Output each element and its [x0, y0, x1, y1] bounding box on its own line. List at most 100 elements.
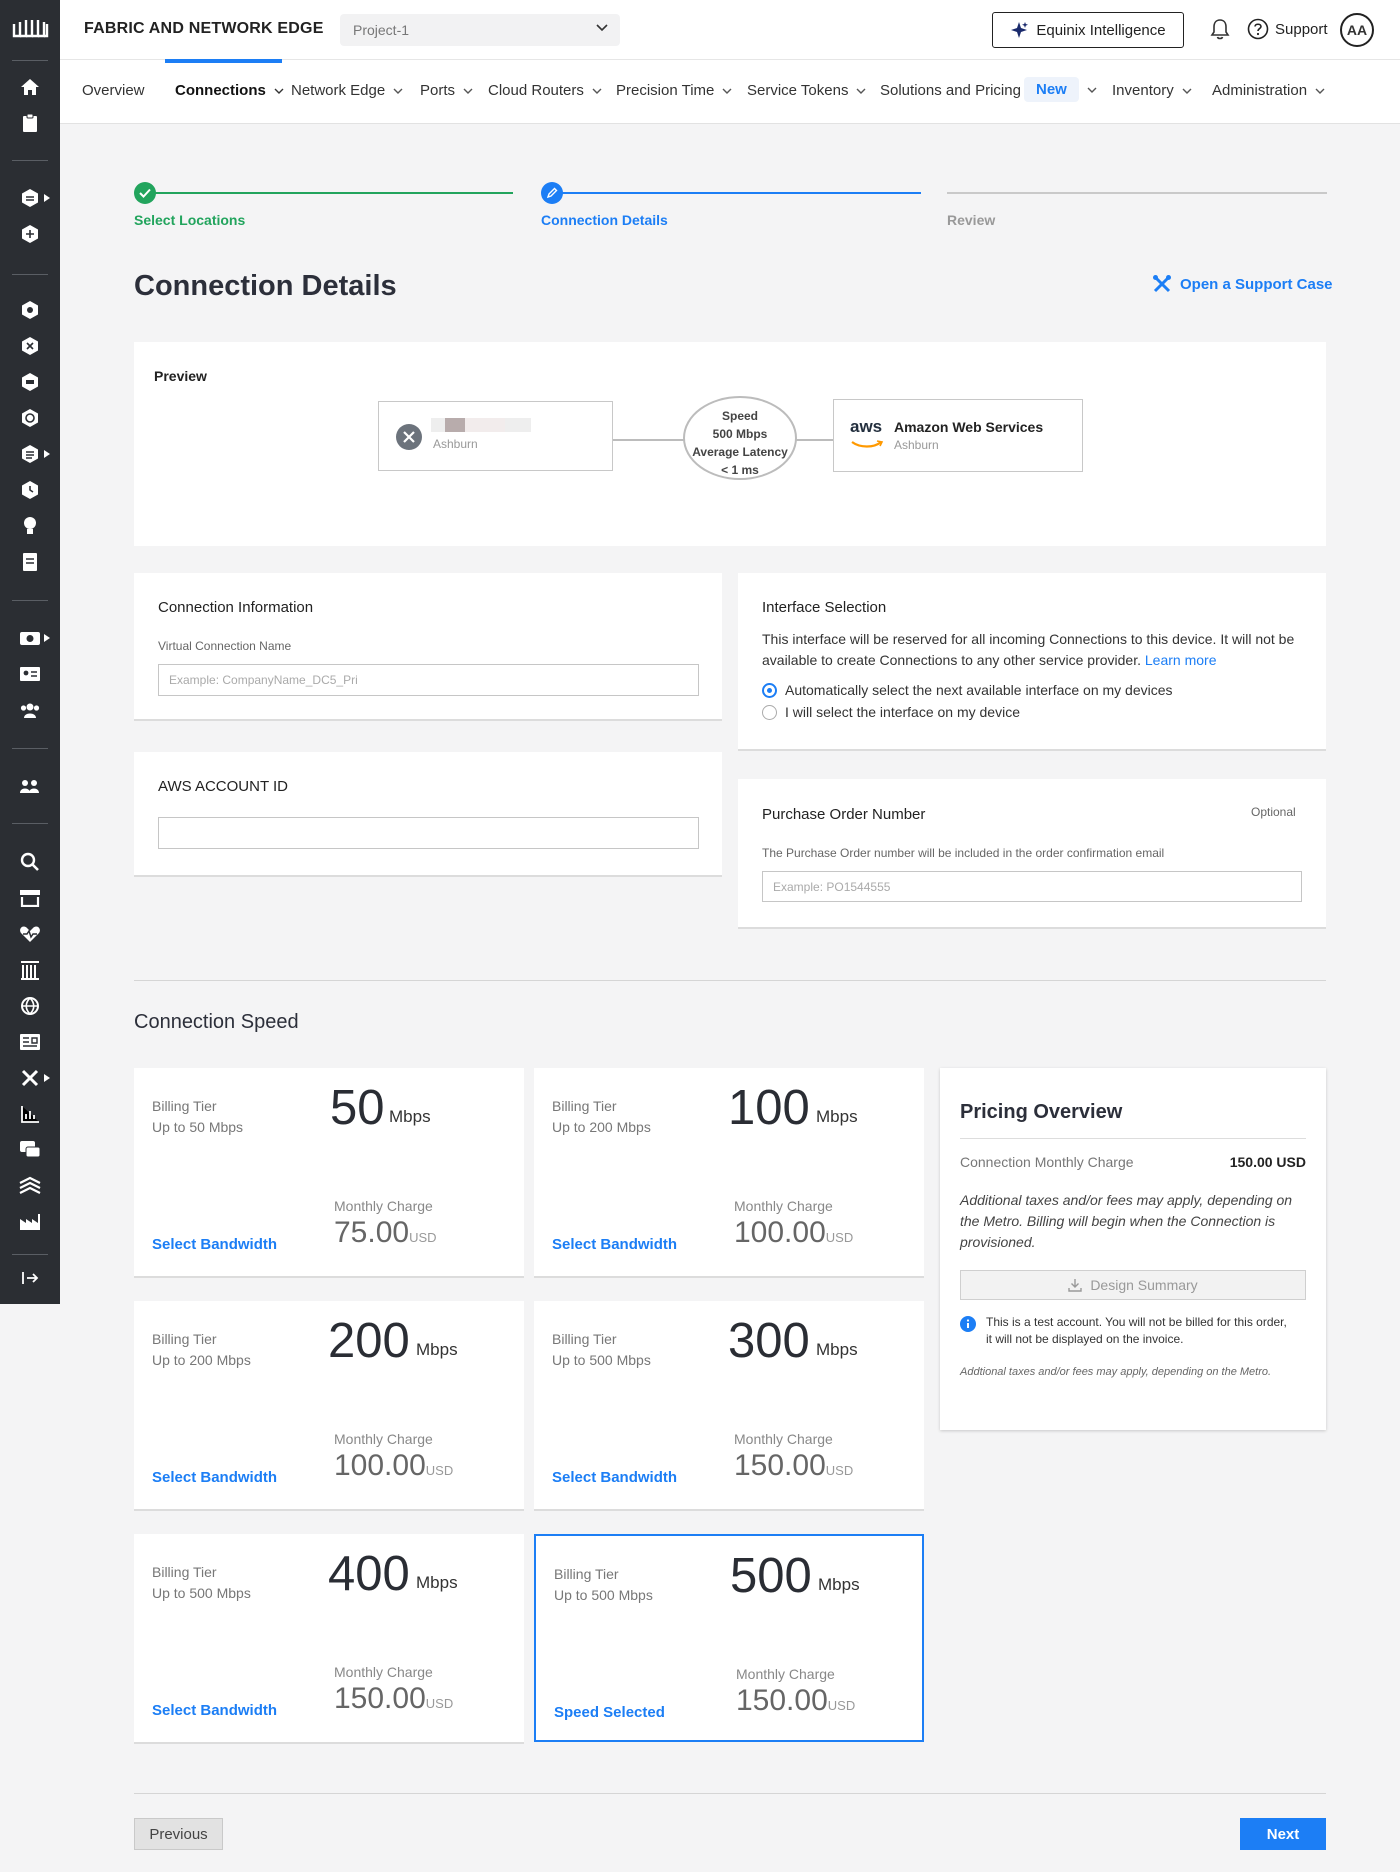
nav-administration[interactable]: Administration: [1212, 82, 1325, 99]
chevron-down-icon: [1315, 88, 1325, 94]
learn-more-link[interactable]: Learn more: [1145, 652, 1217, 668]
clock-icon[interactable]: [19, 479, 41, 501]
speed-tier-card[interactable]: Billing Tier Up to 500 Mbps 300 Mbps Monthly…: [534, 1301, 924, 1509]
nav-service-tokens[interactable]: Service Tokens: [747, 82, 866, 99]
factory-icon[interactable]: [19, 1211, 41, 1233]
radio-unchecked-icon[interactable]: [762, 704, 777, 720]
connection-speed-title: Connection Speed: [134, 1011, 299, 1033]
radio-checked-icon[interactable]: [762, 682, 777, 698]
redacted-name: [431, 418, 531, 432]
speed-selected-label[interactable]: Speed Selected: [554, 1704, 665, 1721]
purchase-order-card: Purchase Order Number Optional The Purch…: [738, 779, 1326, 927]
speed-tier-card[interactable]: Billing Tier Up to 500 Mbps 400 Mbps Monthly…: [134, 1534, 524, 1742]
radio-manual-label: I will select the interface on my device: [785, 704, 1020, 720]
chevron-down-icon: [856, 88, 866, 94]
nav-precision-time[interactable]: Precision Time: [616, 82, 732, 99]
chevron-down-icon: [463, 88, 473, 94]
aws-account-id-input[interactable]: [158, 817, 699, 849]
speed-tier-card[interactable]: Billing Tier Up to 200 Mbps 200 Mbps Monthly…: [134, 1301, 524, 1509]
nav-network-edge[interactable]: Network Edge: [291, 82, 403, 99]
avatar[interactable]: AA: [1340, 13, 1374, 47]
help-circle-icon: [1247, 18, 1269, 40]
clipboard-icon[interactable]: [19, 112, 41, 134]
nav-cloud-routers[interactable]: Cloud Routers: [488, 82, 602, 99]
id-card-icon[interactable]: [19, 663, 41, 685]
select-bandwidth-link[interactable]: Select Bandwidth: [152, 1469, 277, 1486]
cloud-router-icon[interactable]: [19, 299, 41, 321]
charge-currency: USD: [409, 1230, 437, 1245]
charge-number: 150.00: [334, 1682, 426, 1715]
charge-number: 100.00: [334, 1449, 426, 1482]
network-edge-icon[interactable]: [19, 223, 41, 245]
port-icon[interactable]: [19, 335, 41, 357]
precision-time-hex-icon[interactable]: [19, 407, 41, 429]
interface-selection-card: Interface Selection This interface will …: [738, 573, 1326, 749]
camera-icon[interactable]: [19, 627, 41, 649]
chat-icon[interactable]: [19, 1139, 41, 1161]
caret-right-icon: [44, 450, 50, 458]
nav-ports[interactable]: Ports: [420, 82, 473, 99]
home-icon[interactable]: [19, 76, 41, 98]
nav-label: Solutions and Pricing: [880, 82, 1021, 99]
nav-overview[interactable]: Overview: [82, 82, 145, 99]
virtual-connection-name-input[interactable]: Example: CompanyName_DC5_Pri: [158, 664, 699, 696]
aws-logo-icon: aws: [850, 418, 886, 453]
charge-currency: USD: [425, 1463, 454, 1478]
tools-icon[interactable]: [19, 1067, 41, 1089]
nav-connections[interactable]: Connections: [175, 82, 284, 99]
news-icon[interactable]: [19, 1031, 41, 1053]
equinix-intelligence-button[interactable]: Equinix Intelligence: [992, 12, 1184, 48]
caret-right-icon: [44, 1074, 50, 1082]
storage-icon[interactable]: [19, 443, 41, 465]
radio-auto-interface[interactable]: Automatically select the next available …: [762, 682, 1173, 698]
billing-tier-range: Up to 50 Mbps: [152, 1119, 244, 1135]
metal-icon[interactable]: [19, 371, 41, 393]
tier-speed-value: 100: [728, 1081, 810, 1135]
select-bandwidth-link[interactable]: Select Bandwidth: [152, 1236, 277, 1253]
monthly-charge-label: Monthly Charge: [334, 1198, 433, 1214]
next-button[interactable]: Next: [1240, 1818, 1326, 1850]
previous-button[interactable]: Previous: [134, 1818, 223, 1850]
marketplace-icon[interactable]: [19, 887, 41, 909]
layers-icon[interactable]: [19, 1175, 41, 1197]
preview-source-box: Ashburn: [378, 401, 613, 471]
select-bandwidth-link[interactable]: Select Bandwidth: [552, 1236, 677, 1253]
globe-icon[interactable]: [19, 995, 41, 1017]
caret-right-icon: [44, 634, 50, 642]
speed-tier-card[interactable]: Billing Tier Up to 500 Mbps 500 Mbps Monthly…: [534, 1534, 924, 1742]
radio-manual-interface[interactable]: I will select the interface on my device: [762, 704, 1020, 720]
chevron-down-icon: [1182, 88, 1192, 94]
document-icon[interactable]: [19, 551, 41, 573]
search-icon[interactable]: [19, 851, 41, 873]
billing-tier-range: Up to 500 Mbps: [554, 1587, 653, 1603]
fabric-hex-icon[interactable]: [19, 187, 41, 209]
test-account-notice: This is a test account. You will not be …: [986, 1315, 1287, 1346]
support-link[interactable]: Support: [1247, 18, 1328, 40]
speed-tier-card[interactable]: Billing Tier Up to 200 Mbps 100 Mbps Monthly…: [534, 1068, 924, 1276]
datacenter-icon[interactable]: [19, 959, 41, 981]
project-select[interactable]: Project-1: [340, 14, 620, 46]
users-icon[interactable]: [19, 699, 41, 721]
equinix-logo-icon[interactable]: [11, 16, 49, 42]
group-icon[interactable]: [19, 775, 41, 797]
chevron-down-icon: [393, 88, 403, 94]
select-bandwidth-link[interactable]: Select Bandwidth: [152, 1702, 277, 1719]
health-icon[interactable]: [19, 923, 41, 945]
nav-solutions-pricing[interactable]: Solutions and Pricing: [880, 82, 1021, 99]
bell-icon[interactable]: [1210, 18, 1230, 40]
section-divider: [134, 980, 1326, 981]
lightbulb-icon[interactable]: [19, 515, 41, 537]
open-support-case-link[interactable]: Open a Support Case: [1152, 274, 1333, 294]
purchase-order-input[interactable]: Example: PO1544555: [762, 871, 1302, 902]
nav-inventory[interactable]: Inventory: [1112, 82, 1192, 99]
nav-new[interactable]: New: [1024, 77, 1097, 102]
connection-info-card: Connection Information Virtual Connectio…: [134, 573, 722, 719]
speed-tier-card[interactable]: Billing Tier Up to 50 Mbps 50 Mbps Monthly C…: [134, 1068, 524, 1276]
bar-chart-icon[interactable]: [19, 1103, 41, 1125]
billing-tier: Billing Tier Up to 500 Mbps: [552, 1329, 651, 1371]
design-summary-button[interactable]: Design Summary: [960, 1270, 1306, 1300]
step-connection-details[interactable]: Connection Details: [541, 212, 668, 228]
select-bandwidth-link[interactable]: Select Bandwidth: [552, 1469, 677, 1486]
expand-sidebar-icon[interactable]: [19, 1267, 41, 1289]
step-select-locations[interactable]: Select Locations: [134, 212, 245, 228]
